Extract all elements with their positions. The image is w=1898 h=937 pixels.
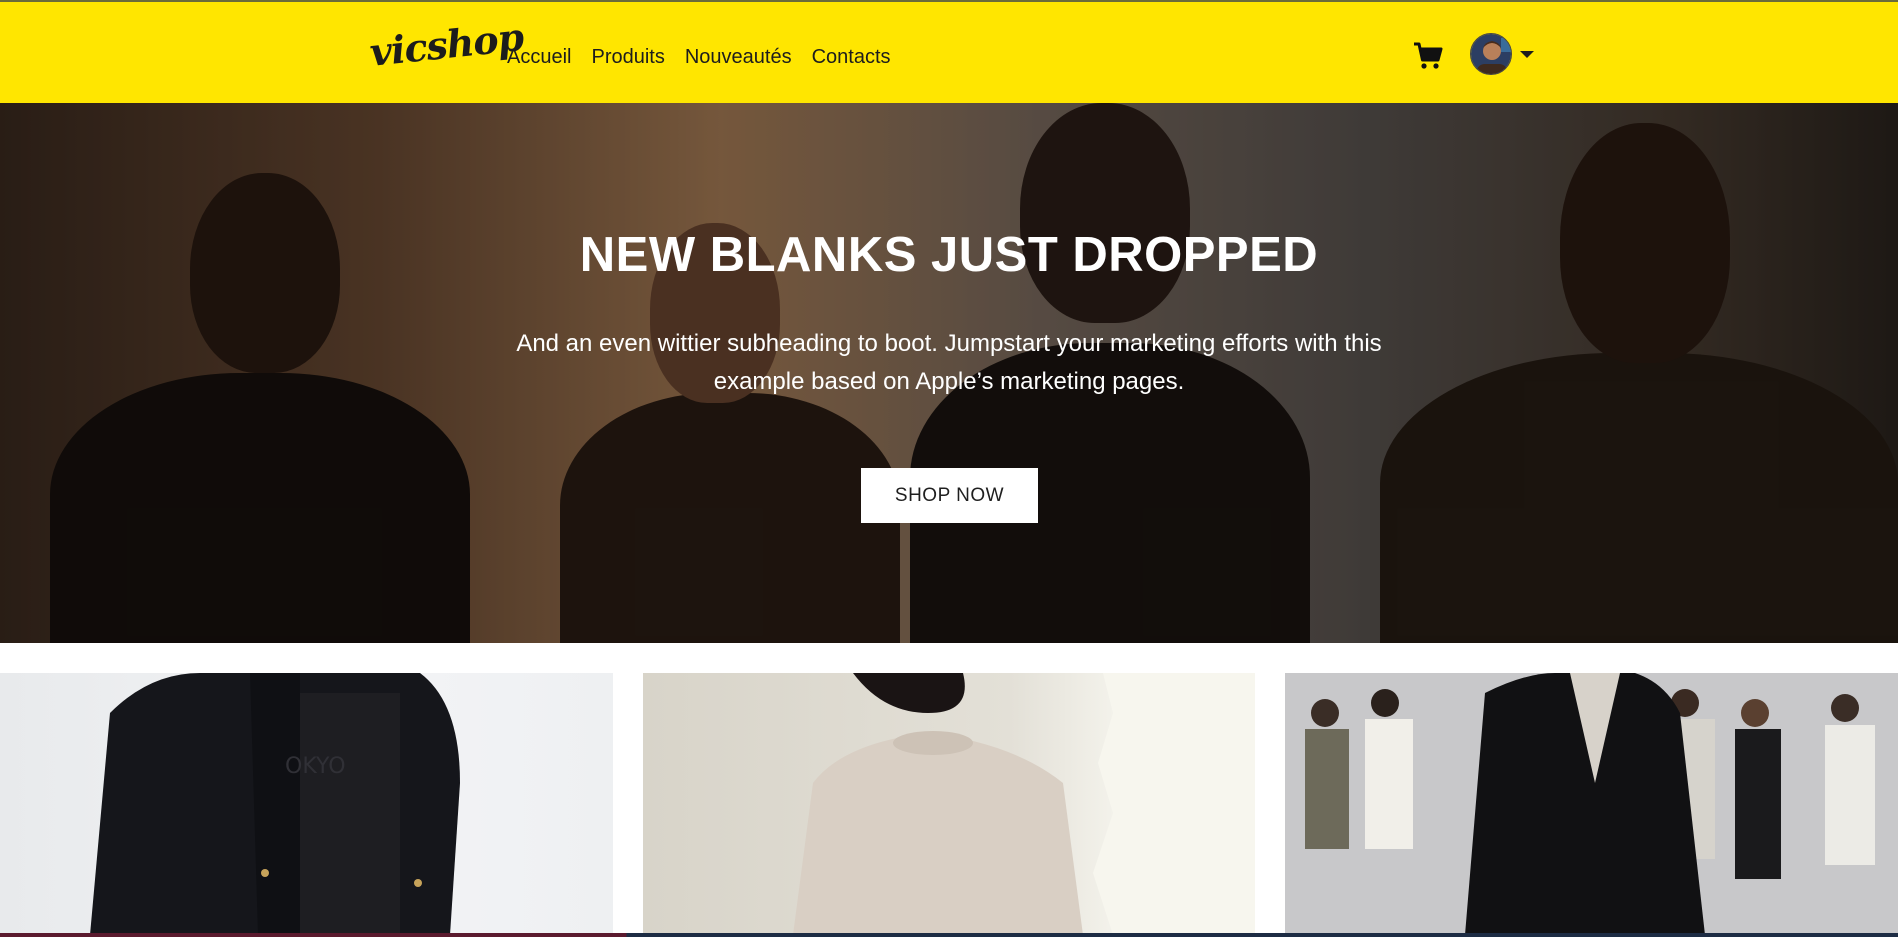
product-card-blazer[interactable] xyxy=(1285,673,1898,935)
navbar: vicshop Accueil Produits Nouveautés Cont… xyxy=(0,2,1898,103)
shop-now-button[interactable]: SHOP NOW xyxy=(861,468,1038,523)
hero-banner: NEW BLANKS JUST DROPPED And an even witt… xyxy=(0,103,1898,643)
avatar[interactable] xyxy=(1470,33,1512,75)
product-card-jacket[interactable]: OKYO xyxy=(0,673,613,935)
chevron-down-icon[interactable] xyxy=(1520,50,1534,58)
hero-title: NEW BLANKS JUST DROPPED xyxy=(579,228,1319,282)
bottom-strip xyxy=(0,933,1898,937)
hero-subtitle: And an even wittier subheading to boot. … xyxy=(516,330,1382,395)
product-cards: OKYO xyxy=(0,673,1898,937)
nav-link-contacts[interactable]: Contacts xyxy=(812,46,891,69)
nav-links: Accueil Produits Nouveautés Contacts xyxy=(507,46,891,69)
nav-link-accueil[interactable]: Accueil xyxy=(507,46,571,69)
product-card-sweater[interactable] xyxy=(643,673,1255,935)
nav-link-produits[interactable]: Produits xyxy=(591,46,664,69)
user-menu[interactable] xyxy=(1470,33,1534,75)
brand-logo[interactable]: vicshop xyxy=(368,14,525,75)
shopping-cart-icon[interactable] xyxy=(1412,40,1444,72)
nav-link-nouveautes[interactable]: Nouveautés xyxy=(685,46,792,69)
svg-text:OKYO: OKYO xyxy=(285,754,346,779)
